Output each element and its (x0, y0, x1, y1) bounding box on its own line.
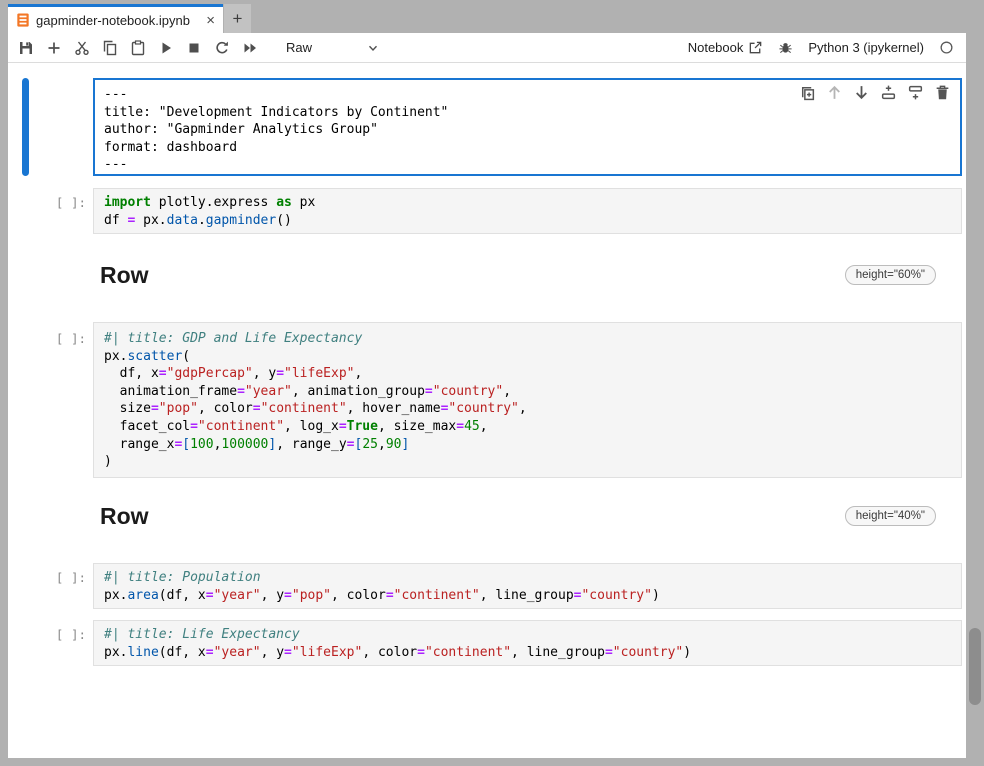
code-editor[interactable]: #| title: GDP and Life Expectancypx.scat… (104, 330, 961, 471)
height-attribute-badge-60: height="60%" (845, 265, 936, 285)
input-prompt: [ ]: (34, 330, 86, 348)
run-icon[interactable] (158, 40, 174, 56)
run-all-icon[interactable] (242, 40, 258, 56)
move-up-icon (826, 84, 843, 101)
tab-gapminder-notebook[interactable]: gapminder-notebook.ipynb × (8, 4, 223, 33)
notebook-label: Notebook (688, 40, 744, 55)
window-scrollbar-thumb[interactable] (969, 628, 981, 705)
move-down-icon[interactable] (853, 84, 870, 101)
row-heading-2: Row (100, 503, 149, 530)
code-editor[interactable]: #| title: Life Expectancypx.line(df, x="… (104, 626, 961, 661)
input-prompt: [ ]: (34, 626, 86, 644)
cell-type-dropdown[interactable]: Raw (286, 40, 380, 55)
delete-cell-icon[interactable] (934, 84, 951, 101)
raw-cell-frontmatter[interactable]: ---title: "Development Indicators by Con… (93, 78, 962, 176)
row-heading-1: Row (100, 262, 149, 289)
save-icon[interactable] (18, 40, 34, 56)
insert-below-icon[interactable] (907, 84, 924, 101)
code-cell-area[interactable]: #| title: Populationpx.area(df, x="year"… (93, 563, 962, 609)
height-attribute-badge-40: height="40%" (845, 506, 936, 526)
toolbar-left-icons (18, 40, 270, 56)
jupyterlab-window: gapminder-notebook.ipynb × + Raw Noteboo… (0, 0, 984, 766)
input-prompt: [ ]: (34, 194, 86, 212)
copy-cell-icon[interactable] (102, 40, 118, 56)
notebook-panel: Raw Notebook Python 3 (ipykernel) (8, 33, 966, 758)
external-link-icon (748, 40, 763, 55)
notebook-toolbar: Raw Notebook Python 3 (ipykernel) (8, 33, 966, 63)
restart-kernel-icon[interactable] (214, 40, 230, 56)
code-cell-line[interactable]: #| title: Life Expectancypx.line(df, x="… (93, 620, 962, 666)
code-editor[interactable]: import plotly.express as pxdf = px.data.… (104, 194, 961, 229)
notebook-file-icon (16, 13, 30, 28)
markdown-cell-row-1[interactable]: Row (100, 262, 149, 289)
stop-icon[interactable] (186, 40, 202, 56)
code-cell-scatter[interactable]: #| title: GDP and Life Expectancypx.scat… (93, 322, 962, 478)
new-tab-button[interactable]: + (224, 4, 251, 33)
cut-cell-icon[interactable] (74, 40, 90, 56)
paste-cell-icon[interactable] (130, 40, 146, 56)
insert-above-icon[interactable] (880, 84, 897, 101)
markdown-cell-row-2[interactable]: Row (100, 503, 149, 530)
toolbar-right: Notebook Python 3 (ipykernel) (688, 40, 954, 55)
debugger-bug-icon[interactable] (778, 40, 793, 55)
active-cell-collapser[interactable] (22, 78, 29, 176)
notebook-view-switch[interactable]: Notebook (688, 40, 764, 55)
kernel-status-icon (939, 40, 954, 55)
code-cell-imports[interactable]: import plotly.express as pxdf = px.data.… (93, 188, 962, 234)
cell-toolbar (799, 84, 951, 101)
chevron-down-icon (366, 41, 380, 55)
close-tab-icon[interactable]: × (206, 13, 215, 28)
code-editor[interactable]: #| title: Populationpx.area(df, x="year"… (104, 569, 961, 604)
kernel-name[interactable]: Python 3 (ipykernel) (808, 40, 924, 55)
cell-type-value: Raw (286, 40, 312, 55)
input-prompt: [ ]: (34, 569, 86, 587)
tab-title: gapminder-notebook.ipynb (36, 13, 190, 28)
duplicate-cell-icon[interactable] (799, 84, 816, 101)
add-cell-icon[interactable] (46, 40, 62, 56)
